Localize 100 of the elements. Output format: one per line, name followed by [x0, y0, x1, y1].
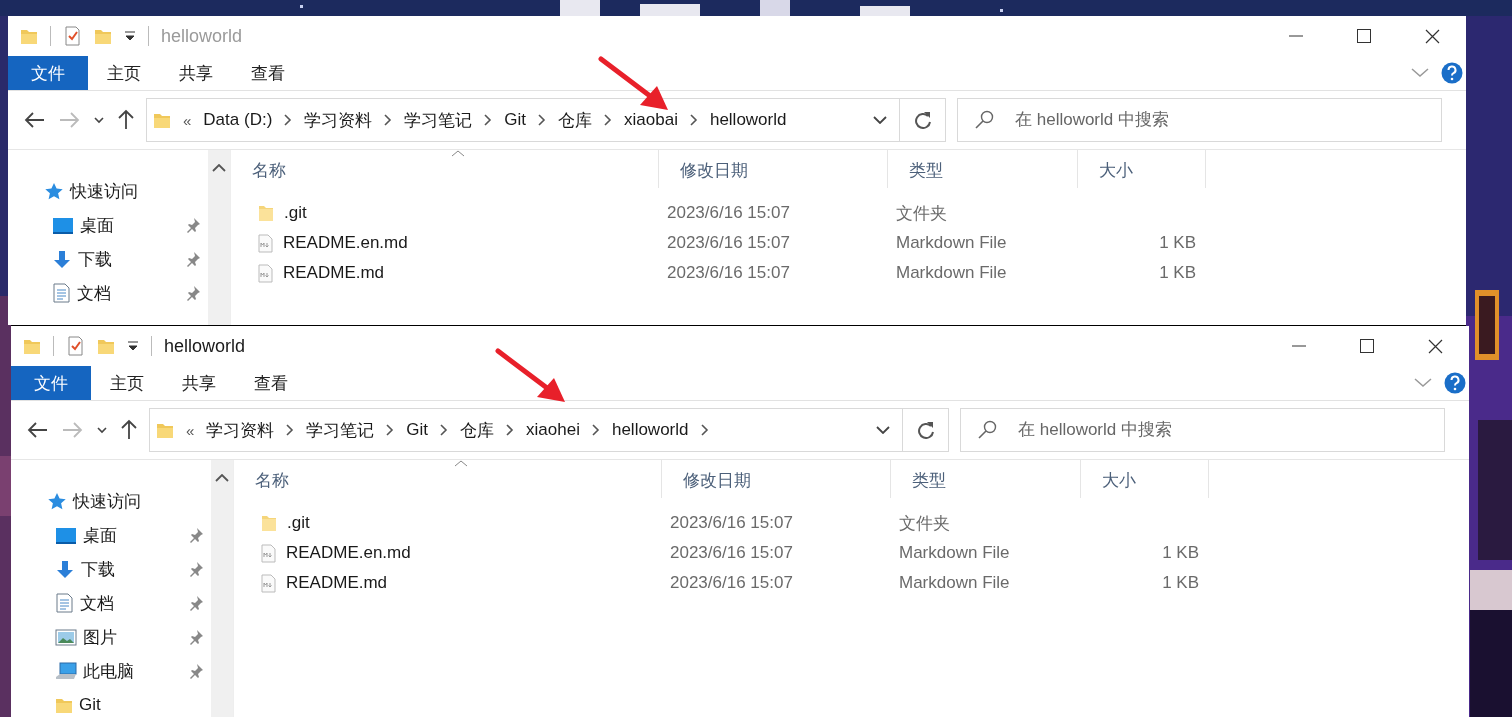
chevron-right-icon[interactable] [286, 424, 295, 436]
file-menu-button[interactable]: 文件 [8, 56, 88, 90]
date-cell-text: 2023/6/16 15:07 [669, 573, 794, 593]
navigation-item[interactable]: 桌面 [11, 518, 211, 552]
refresh-button[interactable] [903, 408, 949, 452]
file-name[interactable]: README.md [231, 263, 659, 283]
search-field[interactable]: 在 helloworld 中搜索 [957, 98, 1442, 142]
breadcrumb[interactable]: Git [504, 110, 527, 130]
ribbon-tab[interactable]: 共享 [163, 366, 235, 400]
breadcrumb[interactable]: 学习笔记 [404, 108, 473, 132]
date-cell-text: 2023/6/16 15:07 [666, 203, 791, 223]
chevron-right-icon[interactable] [604, 114, 613, 126]
navigation-item[interactable]: 桌面 [8, 208, 208, 242]
dropdown-chevron-icon[interactable] [876, 426, 890, 434]
navigation-item[interactable]: 快速访问 [11, 484, 211, 518]
ribbon-tab[interactable]: 查看 [232, 56, 304, 90]
breadcrumb[interactable]: Git [406, 420, 429, 440]
window-title: helloworld [161, 25, 243, 47]
help-icon[interactable] [1441, 62, 1463, 84]
chevron-right-icon[interactable] [386, 424, 395, 436]
file-icon [258, 263, 273, 283]
back-arrow-icon[interactable] [27, 422, 49, 438]
navigation-item[interactable]: 图片 [11, 620, 211, 654]
file-name[interactable]: README.md [234, 573, 662, 593]
chevron-right-icon[interactable] [700, 424, 709, 436]
window-title: helloworld [164, 335, 246, 357]
dropdown-caret-icon[interactable] [127, 340, 139, 352]
column-header[interactable]: 修改日期 [662, 460, 891, 498]
expand-ribbon-button[interactable] [1411, 68, 1429, 78]
breadcrumb[interactable]: 仓库 [460, 418, 495, 442]
back-arrow-icon[interactable] [24, 112, 46, 128]
breadcrumb[interactable]: helloworld [709, 110, 787, 130]
close-icon [1427, 338, 1443, 354]
chevron-right-icon[interactable] [284, 114, 293, 126]
ribbon-tab[interactable]: 查看 [235, 366, 307, 400]
overflow-chevron[interactable]: « [186, 421, 195, 439]
chevron-right-icon[interactable] [384, 114, 393, 126]
document-icon [55, 593, 74, 613]
dropdown-chevron-icon[interactable] [873, 116, 887, 124]
chevron-down-icon[interactable] [97, 426, 107, 434]
refresh-button[interactable] [900, 98, 946, 142]
navigation-item[interactable]: 下载 [11, 552, 211, 586]
breadcrumb[interactable]: helloworld [611, 420, 689, 440]
date-cell-text: 2023/6/16 15:07 [666, 233, 791, 253]
up-arrow-icon[interactable] [118, 109, 134, 131]
expand-ribbon-button[interactable] [1414, 378, 1432, 388]
breadcrumb[interactable]: 学习资料 [206, 418, 275, 442]
chevron-right-icon[interactable] [484, 114, 493, 126]
search-field[interactable]: 在 helloworld 中搜索 [960, 408, 1445, 452]
breadcrumb[interactable]: 学习资料 [304, 108, 373, 132]
star-icon [44, 181, 64, 201]
address-bar[interactable]: « 学习资料 学习笔记 Git 仓库 xiaohei helloworld [149, 408, 903, 452]
ribbon-tab[interactable]: 共享 [160, 56, 232, 90]
chevron-right-icon[interactable] [591, 424, 600, 436]
column-header[interactable]: 大小 [1081, 460, 1209, 498]
column-header[interactable]: 大小 [1078, 150, 1206, 188]
help-icon[interactable] [1444, 372, 1466, 394]
overflow-chevron[interactable]: « [183, 111, 192, 129]
navigation-item[interactable]: 下载 [8, 242, 208, 276]
address-bar[interactable]: « Data (D:) 学习资料 学习笔记 Git 仓库 xiaobai helloworld [146, 98, 900, 142]
navigation-item[interactable]: 此电脑 [11, 654, 211, 688]
navigation-item[interactable]: 文档 [8, 276, 208, 310]
pin-icon [187, 285, 202, 301]
file-name[interactable]: README.en.md [231, 233, 659, 253]
file-menu-button[interactable]: 文件 [11, 366, 91, 400]
navigation-item[interactable]: 快速访问 [8, 174, 208, 208]
chevron-right-icon[interactable] [440, 424, 449, 436]
type-cell-text: Markdown File [895, 263, 1008, 283]
dropdown-caret-icon[interactable] [124, 30, 136, 42]
computer-icon [55, 662, 77, 680]
breadcrumb[interactable]: xiaohei [526, 420, 580, 440]
chevron-down-icon[interactable] [94, 116, 104, 124]
date-cell-text: 2023/6/16 15:07 [669, 513, 794, 533]
navigation-item[interactable]: Git [11, 688, 211, 717]
chevron-down-icon [1411, 68, 1429, 78]
up-arrow-icon[interactable] [121, 419, 137, 441]
file-name[interactable]: README.en.md [234, 543, 662, 563]
type-cell-text: Markdown File [895, 233, 1008, 253]
column-header[interactable]: 名称 [234, 460, 662, 498]
ribbon-tab[interactable]: 主页 [88, 56, 160, 90]
breadcrumb[interactable]: 学习笔记 [306, 418, 375, 442]
checkmark-document-icon[interactable] [63, 26, 82, 46]
folder-icon [55, 696, 73, 714]
size-cell-text: 1 KB [1158, 233, 1197, 253]
column-header[interactable]: 名称 [231, 150, 659, 188]
column-header[interactable]: 类型 [891, 460, 1081, 498]
breadcrumb[interactable]: 仓库 [558, 108, 593, 132]
column-header[interactable]: 修改日期 [659, 150, 888, 188]
breadcrumb[interactable]: xiaobai [624, 110, 678, 130]
chevron-right-icon[interactable] [538, 114, 547, 126]
checkmark-document-icon[interactable] [66, 336, 85, 356]
file-name[interactable]: .git [231, 203, 659, 223]
breadcrumb[interactable]: Data (D:) [203, 110, 273, 130]
ribbon-tab[interactable]: 主页 [91, 366, 163, 400]
chevron-right-icon[interactable] [689, 114, 698, 126]
chevron-right-icon[interactable] [506, 424, 515, 436]
navigation-item[interactable]: 文档 [11, 586, 211, 620]
file-icon [261, 573, 276, 593]
column-header[interactable]: 类型 [888, 150, 1078, 188]
file-name[interactable]: .git [234, 513, 662, 533]
